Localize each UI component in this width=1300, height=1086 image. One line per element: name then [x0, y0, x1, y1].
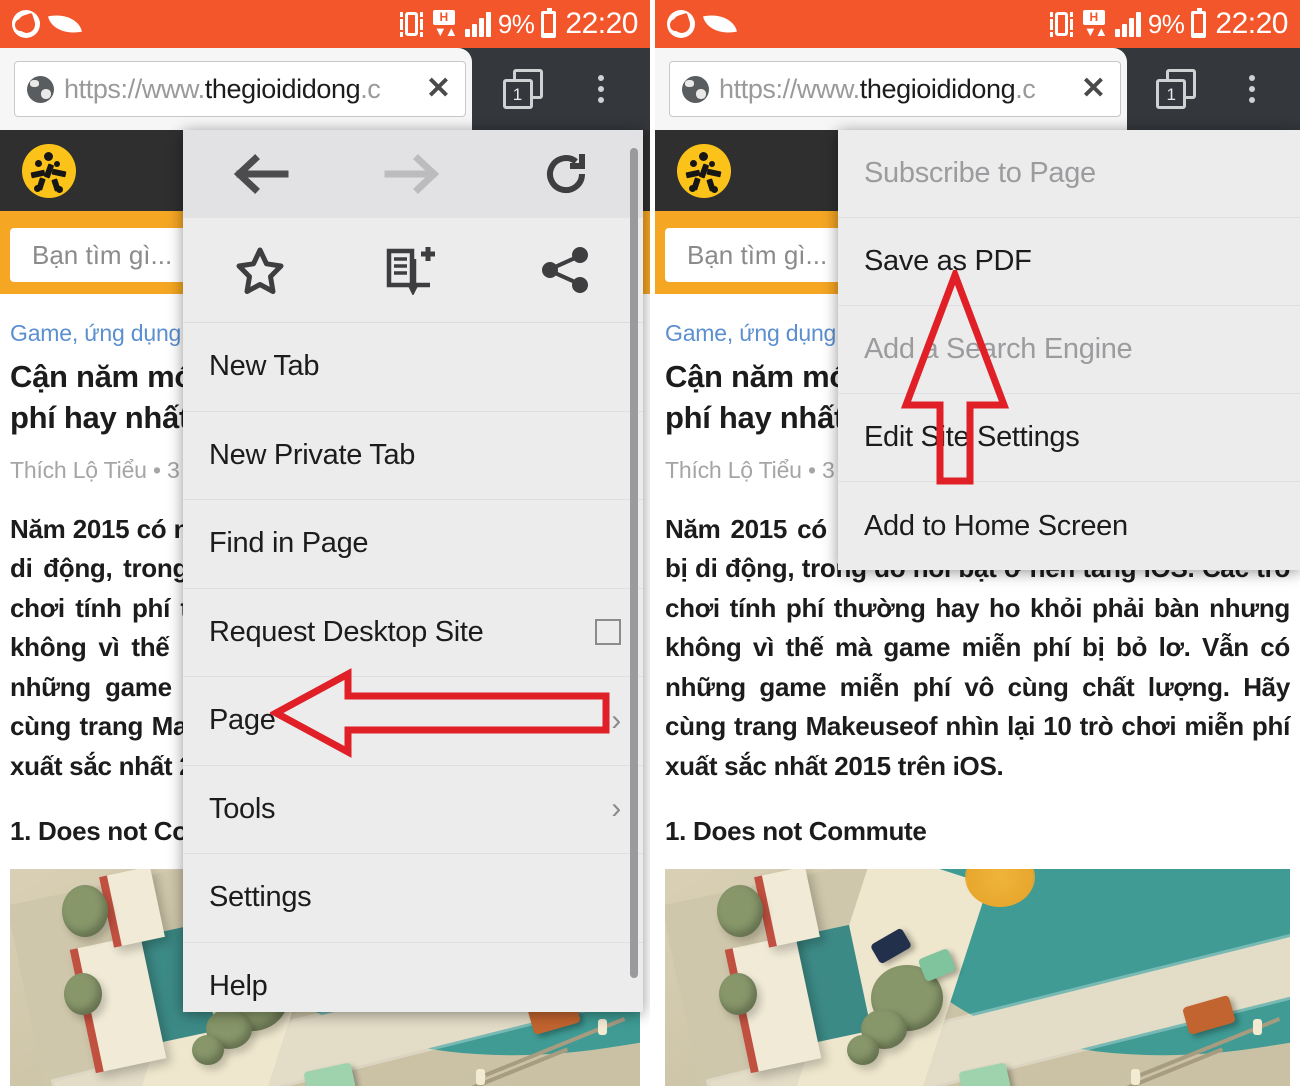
tab-count-label: 1	[502, 79, 533, 109]
submenu-item-label: Add a Search Engine	[864, 333, 1133, 365]
menu-action-row	[183, 218, 643, 323]
menu-item-label: Find in Page	[209, 527, 369, 560]
menu-item-label: Tools	[209, 792, 276, 825]
clear-url-button[interactable]: ✕	[422, 74, 455, 104]
firefox-icon	[667, 10, 695, 38]
clock-label: 22:20	[1215, 7, 1288, 40]
url-input[interactable]: https://www.thegioididong.c ✕	[14, 61, 466, 117]
tab-counter-button[interactable]: 1	[1156, 69, 1197, 109]
request-desktop-site-checkbox[interactable]	[595, 619, 621, 646]
signal-bars-icon	[1114, 11, 1141, 37]
signal-bars-icon	[464, 11, 491, 37]
clear-url-button[interactable]: ✕	[1077, 74, 1110, 104]
kebab-menu-icon[interactable]	[588, 71, 614, 107]
battery-percent-label: 9%	[1147, 8, 1185, 39]
submenu-item-save-as-pdf[interactable]: Save as PDF	[838, 218, 1300, 306]
leaf-icon	[703, 10, 737, 38]
thegioididong-logo[interactable]	[677, 143, 731, 198]
screenshot-root: H ▼ ▲ 9% 22:20 https://www.thegioididong…	[0, 0, 1300, 1086]
menu-item-new-private-tab[interactable]: New Private Tab	[183, 412, 643, 500]
toolbar-actions: 1	[472, 48, 650, 130]
menu-item-new-tab[interactable]: New Tab	[183, 323, 643, 412]
kebab-menu-icon[interactable]	[1239, 71, 1265, 107]
leaf-icon	[48, 10, 82, 38]
vibrate-icon	[399, 11, 423, 37]
back-icon[interactable]	[183, 152, 336, 196]
status-bar-notifications	[667, 10, 737, 38]
tab-counter-button[interactable]: 1	[502, 69, 543, 109]
menu-navigation-row	[183, 130, 643, 218]
panel-divider	[650, 0, 655, 1086]
submenu-item-edit-site-settings[interactable]: Edit Site Settings	[838, 394, 1300, 482]
url-bar-container: https://www.thegioididong.c ✕	[0, 48, 472, 130]
clock-label: 22:20	[565, 7, 638, 40]
menu-item-settings[interactable]: Settings	[183, 854, 643, 943]
network-type-label: H	[432, 10, 455, 25]
submenu-item-label: Subscribe to Page	[864, 157, 1096, 189]
status-bar-notifications	[12, 10, 82, 38]
h-plus-data-icon: H ▼ ▲	[432, 10, 458, 39]
panel-left-main-menu: H ▼ ▲ 9% 22:20 https://www.thegioididong…	[0, 0, 650, 1086]
menu-item-label: New Private Tab	[209, 438, 416, 471]
toolbar-actions: 1	[1127, 48, 1300, 130]
forward-icon	[336, 152, 489, 196]
url-text: https://www.thegioididong.c	[719, 73, 1036, 104]
chevron-right-icon: ›	[611, 703, 621, 737]
menu-item-label: Help	[209, 970, 268, 1003]
star-bookmark-icon[interactable]	[183, 246, 336, 294]
tab-count-label: 1	[1156, 79, 1187, 109]
page-submenu[interactable]: Subscribe to Page Save as PDF Add a Sear…	[838, 130, 1300, 570]
menu-scrollbar[interactable]	[630, 148, 638, 978]
does-not-commute-screenshot	[665, 869, 1290, 1086]
battery-icon	[1191, 7, 1207, 38]
battery-icon	[541, 7, 557, 38]
browser-toolbar-right: https://www.thegioididong.c ✕ 1	[655, 48, 1300, 130]
firefox-main-menu[interactable]: New Tab New Private Tab Find in Page Req…	[183, 130, 643, 1012]
submenu-item-label: Add to Home Screen	[864, 509, 1128, 542]
menu-item-label: Request Desktop Site	[209, 615, 484, 648]
submenu-item-label: Save as PDF	[864, 245, 1032, 277]
share-icon[interactable]	[490, 246, 643, 294]
submenu-item-add-to-home-screen[interactable]: Add to Home Screen	[838, 482, 1300, 570]
menu-item-tools[interactable]: Tools ›	[183, 766, 643, 854]
reload-icon[interactable]	[490, 150, 643, 198]
menu-item-request-desktop-site[interactable]: Request Desktop Site	[183, 589, 643, 677]
menu-item-page[interactable]: Page ›	[183, 677, 643, 766]
menu-item-help[interactable]: Help	[183, 943, 643, 1032]
menu-item-label: Page	[209, 704, 276, 737]
browser-toolbar-left: https://www.thegioididong.c ✕ 1	[0, 48, 650, 130]
submenu-item-subscribe-to-page: Subscribe to Page	[838, 130, 1300, 218]
menu-item-find-in-page[interactable]: Find in Page	[183, 500, 643, 589]
network-type-label: H	[1082, 10, 1105, 25]
url-input[interactable]: https://www.thegioididong.c ✕	[669, 61, 1121, 117]
battery-percent-label: 9%	[497, 8, 535, 39]
globe-icon	[27, 75, 54, 103]
submenu-item-label: Edit Site Settings	[864, 421, 1080, 453]
status-bar-indicators: H ▼ ▲ 9% 22:20	[399, 7, 638, 41]
status-bar-right: H ▼ ▲ 9% 22:20	[655, 0, 1300, 48]
add-to-reading-list-icon[interactable]	[336, 245, 489, 295]
url-bar-container: https://www.thegioididong.c ✕	[655, 48, 1127, 130]
status-bar-left: H ▼ ▲ 9% 22:20	[0, 0, 650, 48]
h-plus-data-icon: H ▼ ▲	[1082, 10, 1108, 39]
chevron-right-icon: ›	[611, 792, 621, 826]
status-bar-indicators: H ▼ ▲ 9% 22:20	[1049, 7, 1288, 41]
article-subheading: 1. Does not Commute	[665, 816, 927, 847]
url-text: https://www.thegioididong.c	[64, 73, 381, 104]
menu-item-label: Settings	[209, 881, 312, 914]
submenu-item-add-a-search-engine: Add a Search Engine	[838, 306, 1300, 394]
vibrate-icon	[1049, 11, 1073, 37]
thegioididong-logo[interactable]	[22, 143, 76, 198]
globe-icon	[682, 75, 709, 103]
menu-item-label: New Tab	[209, 350, 320, 383]
firefox-icon	[12, 10, 40, 38]
